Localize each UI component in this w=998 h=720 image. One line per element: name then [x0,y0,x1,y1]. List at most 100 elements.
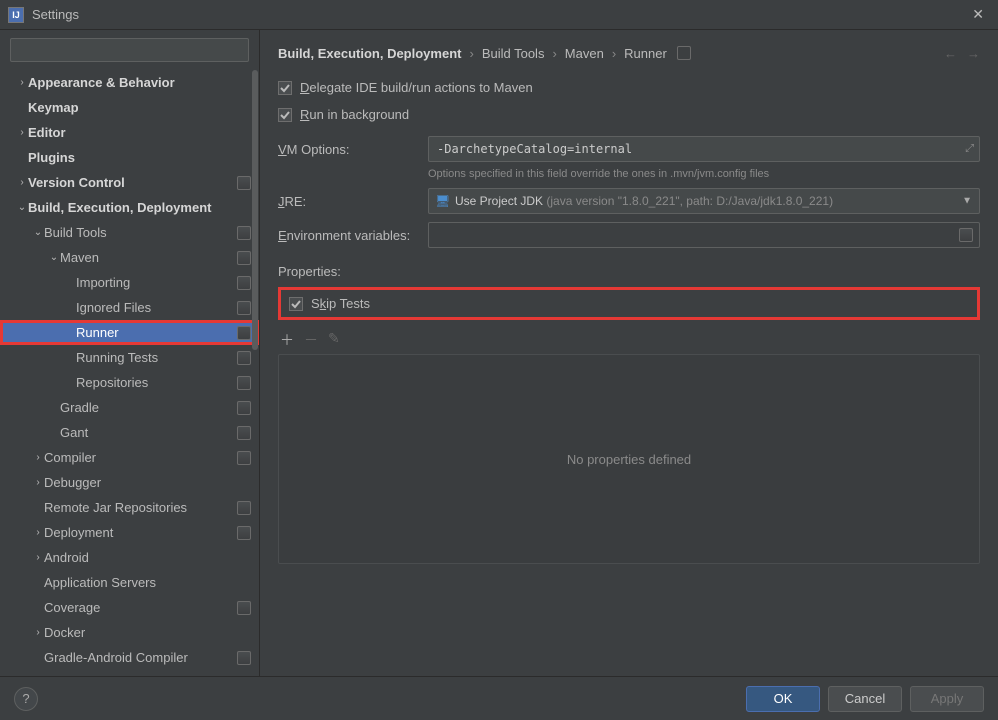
sidebar-item-runner[interactable]: Runner [0,320,259,345]
sidebar-item-label: Docker [44,625,251,640]
sidebar-item-remote-jar-repositories[interactable]: Remote Jar Repositories [0,495,259,520]
scope-badge-icon [237,376,251,390]
checkbox-checked-icon[interactable] [278,108,292,122]
sidebar-item-editor[interactable]: ›Editor [0,120,259,145]
checkbox-checked-icon[interactable] [289,297,303,311]
background-checkbox-row[interactable]: Run in background [278,107,980,122]
chevron-right-icon: › [32,452,44,463]
expand-icon[interactable]: ⤢ [965,143,974,156]
sidebar-item-gradle[interactable]: Gradle [0,395,259,420]
sidebar-item-gant[interactable]: Gant [0,420,259,445]
sidebar: Q▾ ›Appearance & BehaviorKeymap›EditorPl… [0,30,260,676]
env-label: Environment variables: [278,228,418,243]
chevron-down-icon[interactable]: ▼ [962,196,972,207]
sidebar-item-build-tools[interactable]: ⌄Build Tools [0,220,259,245]
sidebar-item-debugger[interactable]: ›Debugger [0,470,259,495]
delegate-label: Delegate IDE build/run actions to Maven [300,80,533,95]
breadcrumb-item[interactable]: Runner [624,46,667,61]
scope-badge-icon [237,276,251,290]
sidebar-item-label: Application Servers [44,575,251,590]
breadcrumb-item[interactable]: Maven [565,46,604,61]
delegate-checkbox-row[interactable]: Delegate IDE build/run actions to Maven [278,80,980,95]
chevron-right-icon: › [32,477,44,488]
scope-badge-icon [237,451,251,465]
sidebar-item-label: Android [44,550,251,565]
sidebar-item-label: Keymap [28,100,251,115]
list-icon[interactable] [959,228,973,242]
breadcrumb: Build, Execution, Deployment › Build Too… [278,38,980,68]
scope-badge-icon [237,251,251,265]
sidebar-item-docker[interactable]: ›Docker [0,620,259,645]
sidebar-item-version-control[interactable]: ›Version Control [0,170,259,195]
dialog-footer: ? OK Cancel Apply [0,676,998,720]
sidebar-item-running-tests[interactable]: Running Tests [0,345,259,370]
back-icon[interactable]: ← [944,46,957,61]
scope-badge-icon [237,176,251,190]
sidebar-item-keymap[interactable]: Keymap [0,95,259,120]
add-icon[interactable]: ＋ [280,330,294,350]
breadcrumb-item[interactable]: Build, Execution, Deployment [278,46,461,61]
scope-badge-icon [237,426,251,440]
search-input[interactable] [10,38,249,62]
scope-badge-icon [237,651,251,665]
remove-icon[interactable]: － [304,330,318,350]
scope-icon[interactable] [677,46,691,60]
sidebar-item-application-servers[interactable]: Application Servers [0,570,259,595]
help-button[interactable]: ? [14,687,38,711]
skip-tests-row[interactable]: Skip Tests [278,287,980,320]
sidebar-item-label: Build, Execution, Deployment [28,200,251,215]
sidebar-item-label: Compiler [44,450,237,465]
sidebar-item-appearance-behavior[interactable]: ›Appearance & Behavior [0,70,259,95]
sidebar-item-build-execution-deployment[interactable]: ⌄Build, Execution, Deployment [0,195,259,220]
forward-icon[interactable]: → [967,46,980,61]
settings-tree[interactable]: ›Appearance & BehaviorKeymap›EditorPlugi… [0,70,259,676]
sidebar-item-label: Deployment [44,525,237,540]
edit-icon[interactable]: ✎ [328,330,340,350]
sidebar-item-gradle-android-compiler[interactable]: Gradle-Android Compiler [0,645,259,670]
properties-table[interactable]: No properties defined [278,354,980,564]
sidebar-scrollbar[interactable] [251,70,259,676]
chevron-right-icon: › [16,177,28,188]
sidebar-item-label: Maven [60,250,237,265]
vmoptions-label: VM Options: [278,142,418,157]
jre-dropdown[interactable]: 🖥 Use Project JDK (java version "1.8.0_2… [428,188,980,214]
sidebar-item-maven[interactable]: ⌄Maven [0,245,259,270]
sidebar-item-label: Importing [76,275,237,290]
ok-button[interactable]: OK [746,686,820,712]
sidebar-item-label: Gradle [60,400,237,415]
properties-label: Properties: [278,264,980,279]
sidebar-item-label: Running Tests [76,350,237,365]
chevron-down-icon: ⌄ [32,227,44,238]
sidebar-item-repositories[interactable]: Repositories [0,370,259,395]
breadcrumb-item[interactable]: Build Tools [482,46,545,61]
sidebar-item-plugins[interactable]: Plugins [0,145,259,170]
env-variables-input[interactable] [428,222,980,248]
window-title: Settings [32,7,79,22]
apply-button[interactable]: Apply [910,686,984,712]
chevron-right-icon: › [32,627,44,638]
sidebar-item-label: Gant [60,425,237,440]
sidebar-item-coverage[interactable]: Coverage [0,595,259,620]
skip-tests-label: Skip Tests [311,296,370,311]
properties-toolbar: ＋ － ✎ [278,328,980,352]
scope-badge-icon [237,226,251,240]
cancel-button[interactable]: Cancel [828,686,902,712]
sidebar-item-label: Repositories [76,375,237,390]
close-icon[interactable]: ✕ [966,4,990,25]
sidebar-item-label: Editor [28,125,251,140]
chevron-right-icon: › [16,127,28,138]
sidebar-item-ignored-files[interactable]: Ignored Files [0,295,259,320]
sidebar-item-label: Build Tools [44,225,237,240]
sidebar-item-label: Ignored Files [76,300,237,315]
sidebar-item-deployment[interactable]: ›Deployment [0,520,259,545]
chevron-down-icon: ⌄ [48,252,60,263]
sidebar-item-label: Runner [76,325,237,340]
sidebar-item-importing[interactable]: Importing [0,270,259,295]
scope-badge-icon [237,401,251,415]
vmoptions-input[interactable] [428,136,980,162]
scope-badge-icon [237,351,251,365]
sidebar-item-android[interactable]: ›Android [0,545,259,570]
sidebar-item-label: Gradle-Android Compiler [44,650,237,665]
checkbox-checked-icon[interactable] [278,81,292,95]
sidebar-item-compiler[interactable]: ›Compiler [0,445,259,470]
